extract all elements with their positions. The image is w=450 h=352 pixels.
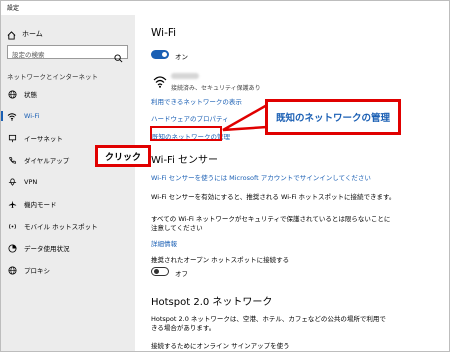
network-status: 接続済み、セキュリティ保護あり xyxy=(171,85,261,92)
home-icon xyxy=(7,25,16,44)
phone-icon xyxy=(7,155,17,165)
callout-main-label: 既知のネットワークの管理 xyxy=(275,113,390,124)
main-content: Wi-Fi オン 接続済み、セキュリティ保護あり 利用できるネットワークの表示 … xyxy=(135,15,449,351)
highlight-box xyxy=(150,126,222,141)
search-icon xyxy=(114,48,123,63)
hotspot-icon xyxy=(7,221,17,231)
open-hotspot-toggle-label: オフ xyxy=(175,270,188,278)
sidebar-item-label: VPN xyxy=(24,178,38,186)
wifi-icon xyxy=(7,111,17,121)
globe-icon xyxy=(7,265,17,275)
settings-window: 設定 ホーム 設定の検索 ネットワークとインターネット 状態 Wi-Fi イーサ… xyxy=(0,0,450,352)
sense-description: Wi-Fi センサーを有効にすると、推奨される Wi-Fi ホットスポットに接続… xyxy=(151,193,396,201)
sense-signin-link[interactable]: Wi-Fi センサーを使うには Microsoft アカウントでサインインしてく… xyxy=(151,172,371,182)
page-title: Wi-Fi xyxy=(151,27,177,39)
callout-click-label: クリック xyxy=(104,152,141,163)
sidebar-item-label: 機内モード xyxy=(24,201,57,209)
settings-search-input[interactable]: 設定の検索 xyxy=(7,45,128,63)
sense-note-line2: 注意してください xyxy=(151,224,203,232)
sidebar-item-label: データ使用状況 xyxy=(24,245,70,253)
hotspot20-signup-label: 接続するためにオンライン サインアップを使う xyxy=(151,342,290,350)
hardware-properties-link[interactable]: ハードウェアのプロパティ xyxy=(151,113,229,123)
globe-icon xyxy=(7,89,17,99)
sidebar-item-label: イーサネット xyxy=(24,135,63,143)
open-hotspot-toggle[interactable] xyxy=(151,267,169,276)
sidebar-item-proxy[interactable]: プロキシ xyxy=(1,261,135,279)
sidebar: ホーム 設定の検索 ネットワークとインターネット 状態 Wi-Fi イーサネット… xyxy=(1,15,135,351)
sidebar-item-mobile-hotspot[interactable]: モバイル ホットスポット xyxy=(1,217,135,235)
data-usage-icon xyxy=(7,243,17,253)
sidebar-item-data-usage[interactable]: データ使用状況 xyxy=(1,239,135,257)
wifi-toggle[interactable] xyxy=(151,50,169,59)
sidebar-item-label: ダイヤルアップ xyxy=(24,157,70,165)
sidebar-item-label: Wi-Fi xyxy=(24,112,40,120)
hotspot20-desc-line2: きる場合があります。 xyxy=(151,324,216,332)
open-hotspot-label: 推奨されたオープン ホットスポットに接続する xyxy=(151,256,290,264)
sidebar-item-status[interactable]: 状態 xyxy=(1,85,135,103)
callout-click: クリック xyxy=(95,145,151,167)
sidebar-item-label: プロキシ xyxy=(24,267,50,275)
search-placeholder: 設定の検索 xyxy=(12,51,45,59)
home-nav-item[interactable]: ホーム xyxy=(7,28,43,40)
sidebar-item-wifi[interactable]: Wi-Fi xyxy=(1,107,135,125)
network-name-redacted xyxy=(171,73,199,79)
title-bar: 設定 xyxy=(1,1,449,15)
sidebar-item-vpn[interactable]: VPN xyxy=(1,173,135,191)
wifi-signal-icon xyxy=(153,73,167,92)
sidebar-item-airplane-mode[interactable]: 機内モード xyxy=(1,195,135,213)
window-title: 設定 xyxy=(7,5,20,12)
airplane-icon xyxy=(7,199,17,209)
hotspot20-heading: Hotspot 2.0 ネットワーク xyxy=(151,297,273,308)
wifi-sense-heading: Wi-Fi センサー xyxy=(151,155,219,166)
home-label: ホーム xyxy=(22,30,43,38)
sidebar-item-label: 状態 xyxy=(24,91,37,99)
callout-manage-known-networks: 既知のネットワークの管理 xyxy=(265,99,401,135)
section-header: ネットワークとインターネット xyxy=(7,73,98,81)
ethernet-icon xyxy=(7,133,17,143)
sidebar-item-label: モバイル ホットスポット xyxy=(24,223,98,231)
vpn-icon xyxy=(7,177,17,187)
details-link[interactable]: 詳細情報 xyxy=(151,238,177,248)
show-networks-link[interactable]: 利用できるネットワークの表示 xyxy=(151,96,242,106)
wifi-toggle-label: オン xyxy=(175,53,188,61)
